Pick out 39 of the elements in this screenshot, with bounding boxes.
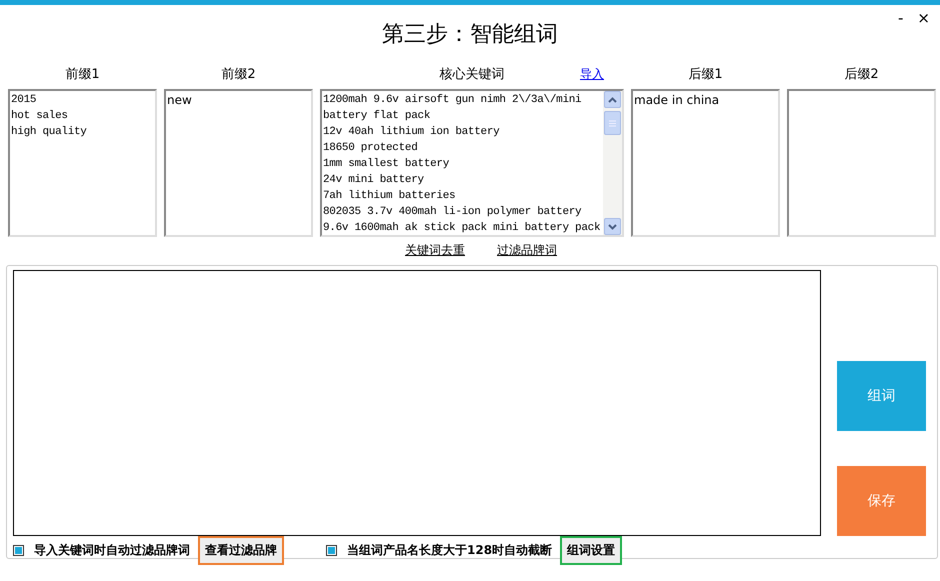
list-label: 后缀2 xyxy=(844,66,879,83)
keyword-line: 1200mah 9.6v airsoft gun nimh 2\/3a\/mini xyxy=(323,93,582,108)
keyword-line: battery flat pack xyxy=(323,109,432,124)
option-button[interactable]: 组词设置 xyxy=(560,536,622,565)
checkbox[interactable] xyxy=(326,545,337,556)
scroll-down-icon[interactable] xyxy=(604,218,621,235)
keyword-line: made in china xyxy=(634,92,720,108)
scroll-thumb[interactable] xyxy=(604,111,621,135)
text-link[interactable]: 关键词去重 xyxy=(405,242,465,258)
checkbox-label: 导入关键词时自动过滤品牌词 xyxy=(34,542,190,559)
keyword-textarea[interactable]: 2015 hot sales high quality xyxy=(8,89,157,237)
keyword-textarea[interactable]: made in china xyxy=(631,89,780,237)
scrollbar[interactable] xyxy=(603,91,622,235)
keyword-line: 2015 xyxy=(11,93,38,108)
keyword-line: 1mm smallest battery xyxy=(323,157,450,172)
window-title: 第三步：智能组词 xyxy=(382,21,558,49)
keyword-line: 802035 3.7v 400mah li-ion polymer battery xyxy=(323,205,582,220)
keyword-textarea[interactable] xyxy=(320,89,624,237)
keyword-line: 24v mini battery xyxy=(323,173,425,188)
text-link[interactable]: 过滤品牌词 xyxy=(497,242,557,258)
list-label: 后缀1 xyxy=(688,66,723,83)
keyword-line: hot sales xyxy=(11,109,69,124)
close-button[interactable]: × xyxy=(917,9,930,27)
import-link[interactable]: 导入 xyxy=(580,66,604,82)
keyword-line: high quality xyxy=(11,125,88,140)
scroll-up-icon[interactable] xyxy=(604,91,621,108)
option-button[interactable]: 查看过滤品牌 xyxy=(198,536,284,565)
keyword-textarea[interactable]: new xyxy=(164,89,313,237)
keyword-line: 12v 40ah lithium ion battery xyxy=(323,125,500,140)
keyword-line: 9.6v 1600mah ak stick pack mini battery pack xyxy=(323,221,602,235)
keyword-line: 7ah lithium batteries xyxy=(323,189,456,204)
list-label: 前缀2 xyxy=(221,66,256,83)
list-label: 前缀1 xyxy=(65,66,100,83)
keyword-line: 18650 protected xyxy=(323,141,419,156)
list-label: 核心关键词 xyxy=(440,66,504,83)
checkbox-label: 当组词产品名长度大于128时自动截断 xyxy=(347,542,552,559)
keyword-line: new xyxy=(167,92,193,108)
checkbox[interactable] xyxy=(13,545,24,556)
minimize-button[interactable]: - xyxy=(898,9,904,27)
